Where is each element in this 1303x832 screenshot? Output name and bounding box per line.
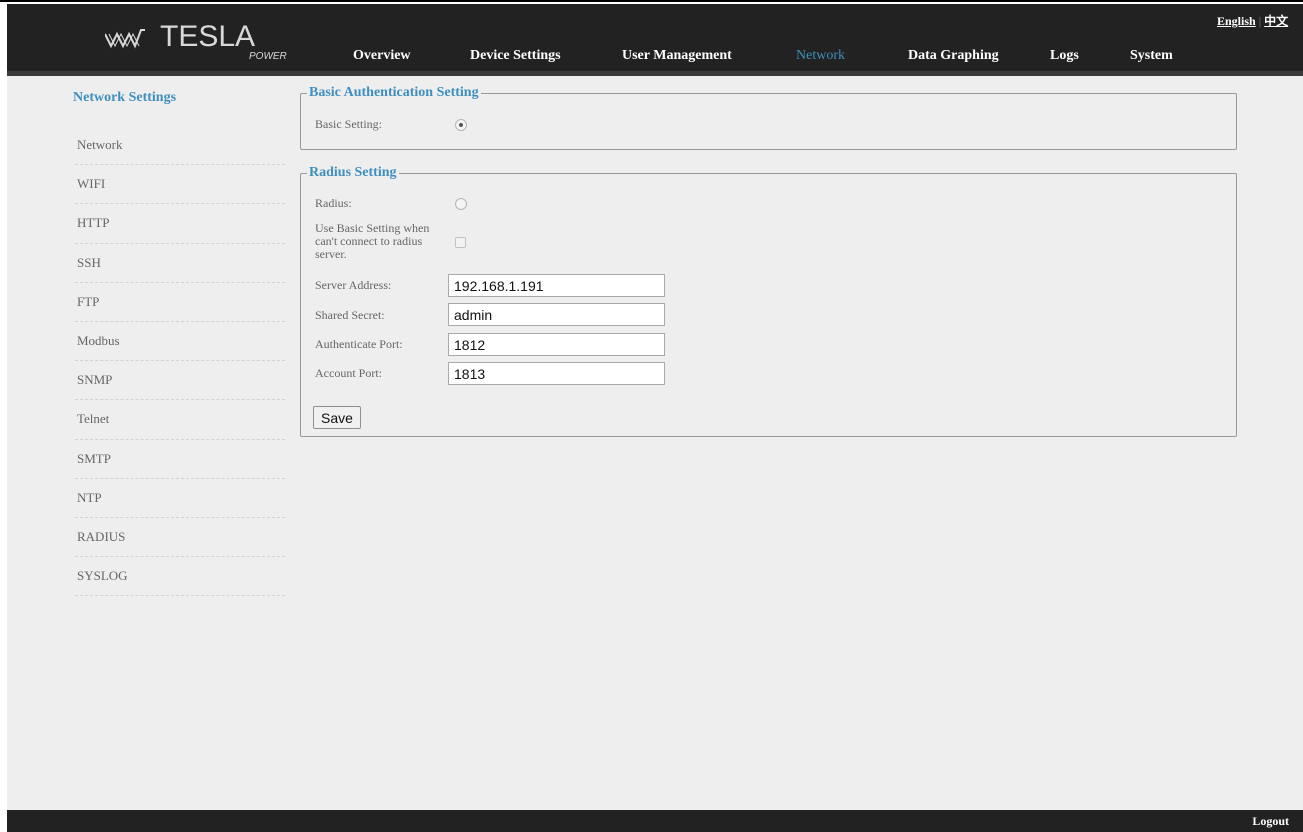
- basic-setting-label: Basic Setting:: [315, 117, 382, 131]
- save-button[interactable]: Save: [313, 406, 361, 429]
- nav-logs[interactable]: Logs: [1050, 48, 1079, 64]
- server-address-input[interactable]: [448, 274, 665, 297]
- logo-subtext: POWER: [249, 51, 287, 62]
- language-switcher: English | 中文: [1217, 12, 1288, 29]
- sidebar-item-radius[interactable]: RADIUS: [75, 518, 285, 558]
- header-bar: TESLA POWER Overview Device Settings Use…: [7, 4, 1303, 71]
- basic-auth-fieldset: Basic Authentication Setting: [300, 85, 1237, 150]
- account-port-input[interactable]: [448, 362, 665, 385]
- footer-bar: Logout: [7, 810, 1303, 832]
- nav-overview[interactable]: Overview: [353, 48, 411, 64]
- account-port-label: Account Port:: [315, 366, 382, 380]
- radius-radio[interactable]: [455, 198, 467, 210]
- sidebar-item-http[interactable]: HTTP: [75, 204, 285, 244]
- top-rule: [0, 0, 1303, 2]
- logo-text: TESLA: [160, 20, 256, 53]
- fallback-label-line3: server.: [315, 247, 347, 261]
- sidebar-item-smtp[interactable]: SMTP: [75, 440, 285, 479]
- lang-separator: |: [1258, 14, 1262, 28]
- sidebar-menu: Network WIFI HTTP SSH FTP Modbus SNMP Te…: [75, 126, 285, 597]
- radius-legend: Radius Setting: [309, 165, 397, 180]
- auth-port-label: Authenticate Port:: [315, 337, 403, 351]
- nav-network[interactable]: Network: [796, 48, 845, 64]
- radius-label: Radius:: [315, 196, 352, 210]
- nav-data-graphing[interactable]: Data Graphing: [908, 48, 999, 64]
- sidebar-item-syslog[interactable]: SYSLOG: [75, 557, 285, 597]
- sidebar-item-wifi[interactable]: WIFI: [75, 165, 285, 205]
- sidebar-item-ssh[interactable]: SSH: [75, 244, 285, 283]
- nav-system[interactable]: System: [1130, 48, 1173, 64]
- radius-fieldset: Radius Setting: [300, 165, 1237, 437]
- server-address-label: Server Address:: [315, 278, 392, 292]
- shared-secret-label: Shared Secret:: [315, 308, 385, 322]
- tesla-power-logo-icon: TESLA POWER: [105, 18, 287, 68]
- logout-link[interactable]: Logout: [1252, 814, 1289, 829]
- sidebar-item-ftp[interactable]: FTP: [75, 283, 285, 322]
- basic-auth-legend: Basic Authentication Setting: [309, 85, 479, 100]
- sidebar-title: Network Settings: [73, 90, 177, 105]
- sidebar-item-ntp[interactable]: NTP: [75, 479, 285, 518]
- basic-setting-radio[interactable]: [455, 119, 467, 131]
- auth-port-input[interactable]: [448, 333, 665, 356]
- lang-chinese-link[interactable]: 中文: [1264, 14, 1288, 28]
- sidebar-item-network[interactable]: Network: [75, 126, 285, 166]
- sidebar-item-modbus[interactable]: Modbus: [75, 322, 285, 362]
- logo-wave-icon: [105, 29, 145, 49]
- lang-english-link[interactable]: English: [1217, 14, 1256, 28]
- shared-secret-input[interactable]: [448, 303, 665, 326]
- nav-device-settings[interactable]: Device Settings: [470, 48, 561, 64]
- fallback-checkbox[interactable]: [455, 237, 466, 248]
- nav-user-management[interactable]: User Management: [622, 48, 732, 64]
- sidebar-item-snmp[interactable]: SNMP: [75, 361, 285, 401]
- sidebar-item-telnet[interactable]: Telnet: [75, 400, 285, 440]
